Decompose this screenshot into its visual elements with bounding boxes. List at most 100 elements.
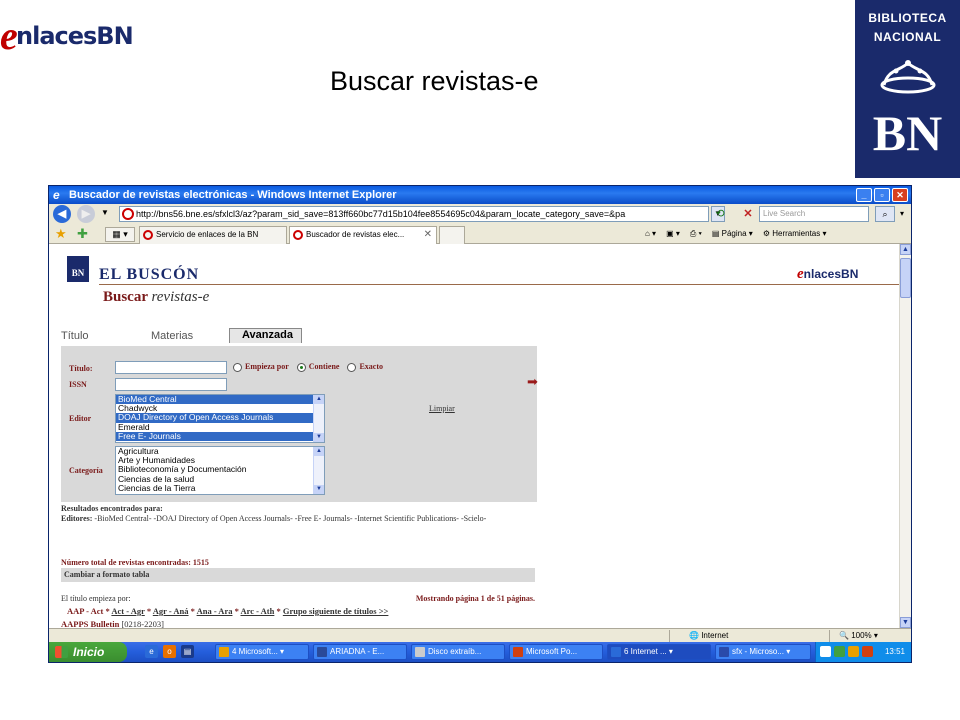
tab-close-icon[interactable]: ✕: [424, 227, 432, 243]
tray-icon[interactable]: [862, 646, 873, 657]
scroll-down-icon[interactable]: ▼: [900, 617, 911, 628]
app-icon: [219, 647, 229, 657]
buscon-title: EL BUSCÓN: [99, 266, 200, 283]
quicklaunch-outlook-icon[interactable]: o: [163, 645, 176, 658]
back-button[interactable]: ◀: [53, 205, 71, 223]
refresh-icon[interactable]: ⟲: [711, 206, 729, 222]
tab-bar: ★ ✚ ▦ ▾ Servicio de enlaces de la BN Bus…: [49, 224, 911, 244]
windows-logo-icon: [55, 646, 68, 658]
results-heading: Resultados encontrados para:: [61, 504, 163, 513]
bn-logo-line2: NACIONAL: [873, 30, 942, 44]
favorites-star-icon[interactable]: ★: [55, 226, 67, 242]
issn-input[interactable]: [115, 378, 227, 391]
page-scrollbar[interactable]: ▲ ▼: [899, 244, 911, 628]
zoom-level[interactable]: 🔍 100% ▾: [839, 629, 878, 642]
start-button[interactable]: Inicio: [49, 642, 127, 662]
tab-titulo[interactable]: Título: [61, 330, 89, 342]
cambiar-formato-link[interactable]: Cambiar a formato tabla: [61, 568, 535, 582]
status-bar: 🌐 Internet 🔍 100% ▾: [49, 628, 911, 642]
scroll-up-icon[interactable]: ▲: [314, 395, 324, 404]
radio-button[interactable]: [347, 362, 357, 372]
listbox-scrollbar[interactable]: ▲ ▼: [313, 395, 324, 442]
taskbar-item[interactable]: 6 Internet ... ▾: [607, 644, 711, 660]
page-menu[interactable]: ▤ Página ▾: [712, 226, 753, 242]
editor-listbox[interactable]: BioMed Central Chadwyck DOAJ Directory o…: [115, 394, 325, 443]
scroll-down-icon[interactable]: ▼: [314, 485, 324, 494]
radio-empieza[interactable]: Empieza por: [233, 362, 289, 372]
header-divider: [99, 284, 899, 285]
paging-line: El título empieza por: Mostrando página …: [61, 594, 535, 603]
listbox-scrollbar[interactable]: ▲ ▼: [313, 447, 324, 494]
categoria-option[interactable]: Ciencias de la Tierra: [116, 483, 324, 493]
print-icon[interactable]: ⎙ ▾: [690, 226, 702, 242]
bn-logo-line1: BIBLIOTECA: [868, 11, 947, 25]
editores-label: Editores:: [61, 514, 93, 523]
go-arrow-icon[interactable]: ➡: [527, 374, 538, 390]
page-viewport: BN EL BUSCÓN Buscar revistas-e enlacesBN…: [49, 244, 899, 628]
tray-icon[interactable]: [820, 646, 831, 657]
site-icon: [122, 208, 134, 220]
forward-button[interactable]: ▶: [77, 205, 95, 223]
history-dropdown-icon[interactable]: ▼: [101, 208, 109, 217]
titulo-input[interactable]: [115, 361, 227, 374]
app-icon: [317, 647, 327, 657]
result-item[interactable]: AAPPS Bulletin [0218-2203]: [61, 619, 164, 628]
scroll-down-icon[interactable]: ▼: [314, 433, 324, 442]
url-text: http://bns56.bne.es/sfxlcl3/az?param_sid…: [136, 209, 626, 219]
maximize-button[interactable]: ▫: [874, 188, 890, 202]
url-input[interactable]: http://bns56.bne.es/sfxlcl3/az?param_sid…: [119, 206, 709, 222]
limpiar-link[interactable]: Limpiar: [429, 404, 455, 413]
scroll-thumb[interactable]: [900, 258, 911, 298]
minimize-button[interactable]: _: [856, 188, 872, 202]
feeds-icon[interactable]: ▣ ▾: [666, 226, 680, 242]
editor-option[interactable]: Free E- Journals: [116, 431, 324, 441]
radio-contiene[interactable]: Contiene: [296, 362, 339, 372]
security-zone: 🌐 Internet: [689, 631, 729, 640]
close-button[interactable]: ✕: [892, 188, 908, 202]
tab-buscador-revistas[interactable]: Buscador de revistas elec... ✕: [289, 226, 437, 244]
next-group-link[interactable]: Grupo siguiente de títulos >>: [283, 606, 389, 616]
paging-info: Mostrando página 1 de 51 páginas.: [415, 594, 535, 603]
tray-icon[interactable]: [834, 646, 845, 657]
result-title[interactable]: AAPPS Bulletin: [61, 619, 119, 628]
tab-servicio-enlaces[interactable]: Servicio de enlaces de la BN: [139, 226, 287, 244]
search-icon[interactable]: ⌕: [875, 206, 895, 222]
categoria-listbox[interactable]: Agricultura Arte y Humanidades Bibliotec…: [115, 446, 325, 495]
alpha-group-link[interactable]: Act - Agr: [111, 606, 144, 616]
radio-exacto[interactable]: Exacto: [347, 362, 383, 372]
alpha-group-link[interactable]: Arc - Ath: [241, 606, 275, 616]
tools-menu[interactable]: ⚙ Herramientas ▾: [763, 226, 827, 242]
window-titlebar: e Buscador de revistas electrónicas - Wi…: [49, 186, 911, 204]
system-tray: 13:51: [815, 642, 911, 662]
taskbar-item[interactable]: Microsoft Po...: [509, 644, 603, 660]
quicklaunch-desktop-icon[interactable]: ▤: [181, 645, 194, 658]
home-icon[interactable]: ⌂ ▾: [645, 226, 656, 242]
quick-tabs-icon[interactable]: ▦ ▾: [105, 227, 135, 242]
tab-avanzada[interactable]: Avanzada: [229, 328, 302, 343]
tray-icon[interactable]: [848, 646, 859, 657]
live-search-input[interactable]: Live Search: [759, 206, 869, 222]
radio-button[interactable]: [296, 362, 306, 372]
scroll-up-icon[interactable]: ▲: [314, 447, 324, 456]
tab-materias[interactable]: Materias: [151, 330, 193, 342]
taskbar-item[interactable]: 4 Microsoft... ▾: [215, 644, 309, 660]
tab-label: Buscador de revistas elec...: [306, 230, 405, 239]
bn-small-logo: BN: [67, 256, 89, 282]
taskbar-item[interactable]: sfx - Microso... ▾: [715, 644, 811, 660]
radio-button[interactable]: [233, 362, 242, 372]
scroll-up-icon[interactable]: ▲: [900, 244, 911, 255]
new-tab-button[interactable]: [439, 226, 465, 244]
taskbar-item[interactable]: ARIADNA - E...: [313, 644, 407, 660]
clock: 13:51: [884, 647, 905, 656]
quicklaunch-ie-icon[interactable]: e: [145, 645, 158, 658]
add-favorites-icon[interactable]: ✚: [77, 226, 88, 242]
alpha-group-link[interactable]: Ana - Ara: [197, 606, 233, 616]
stop-icon[interactable]: ✕: [739, 206, 757, 222]
titulo-label: Título:: [69, 364, 93, 373]
powerpoint-icon: [513, 647, 523, 657]
slide-title: Buscar revistas-e: [330, 66, 539, 96]
browser-window: e Buscador de revistas electrónicas - Wi…: [48, 185, 912, 663]
search-options-icon[interactable]: ▾: [897, 206, 907, 222]
alpha-group-link[interactable]: Agr - Aná: [153, 606, 189, 616]
taskbar-item[interactable]: Disco extraíb...: [411, 644, 505, 660]
